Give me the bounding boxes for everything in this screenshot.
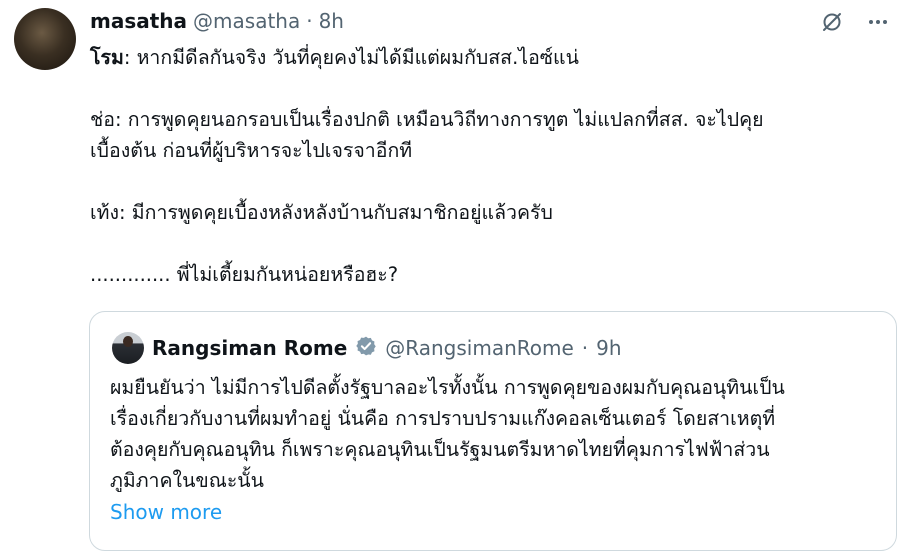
separator-dot: · bbox=[306, 9, 313, 33]
tweet-actions-top bbox=[818, 8, 892, 36]
author-handle[interactable]: @masatha bbox=[193, 9, 300, 33]
tweet-line: เบื้องต้น ก่อนที่ผู้บริหารจะไปเจรจาอีกที bbox=[90, 139, 413, 162]
tweet-line: ช่อ: การพูดคุยนอกรอบเป็นเรื่องปกติ เหมือ… bbox=[90, 108, 764, 131]
more-icon[interactable] bbox=[864, 8, 892, 36]
tweet-body: โรม: หากมีดีลกันจริง วันที่คุยคงไม่ได้มี… bbox=[90, 42, 890, 290]
quoted-tweet-header: Rangsiman Rome @RangsimanRome · 9h bbox=[112, 332, 622, 364]
quoted-line: ภูมิภาคในขณะนั้น bbox=[110, 469, 264, 492]
quoted-tweet[interactable]: Rangsiman Rome @RangsimanRome · 9h ผมยืน… bbox=[89, 311, 897, 551]
tweet-time[interactable]: 8h bbox=[319, 9, 344, 33]
show-more-link[interactable]: Show more bbox=[110, 500, 222, 524]
author-avatar[interactable] bbox=[14, 8, 76, 70]
quoted-line: ผมยืนยันว่า ไม่มีการไปดีลตั้งรัฐบาลอะไรท… bbox=[110, 376, 785, 399]
quoted-author-handle[interactable]: @RangsimanRome bbox=[385, 336, 574, 360]
author-name[interactable]: masatha bbox=[90, 9, 187, 33]
quoted-tweet-time[interactable]: 9h bbox=[596, 336, 621, 360]
tweet-line: ............. พี่ไม่เตี้ยมกันหน่อยหรือฮะ… bbox=[90, 263, 399, 286]
quoted-line: ต้องคุยกับคุณอนุทิน ก็เพราะคุณอนุทินเป็น… bbox=[110, 438, 770, 461]
tweet-line: โรม: หากมีดีลกันจริง วันที่คุยคงไม่ได้มี… bbox=[90, 42, 890, 73]
tweet-line: เท้ง: มีการพูดคุยเบื้องหลังหลังบ้านกับสม… bbox=[90, 201, 553, 224]
quoted-tweet-body: ผมยืนยันว่า ไม่มีการไปดีลตั้งรัฐบาลอะไรท… bbox=[110, 372, 880, 496]
tweet-header: masatha @masatha · 8h bbox=[90, 8, 344, 34]
quoted-author-avatar[interactable] bbox=[112, 332, 144, 364]
separator-dot: · bbox=[581, 336, 589, 360]
speaker-name: โรม bbox=[90, 46, 124, 69]
quoted-author-name[interactable]: Rangsiman Rome bbox=[152, 336, 347, 360]
tweet-line-text: : หากมีดีลกันจริง วันที่คุยคงไม่ได้มีแต่… bbox=[123, 46, 579, 69]
grok-icon[interactable] bbox=[818, 8, 846, 36]
quoted-line: เรื่องเกี่ยวกับงานที่ผมทำอยู่ นั่นคือ กา… bbox=[110, 407, 776, 430]
verified-badge-icon bbox=[355, 335, 377, 362]
